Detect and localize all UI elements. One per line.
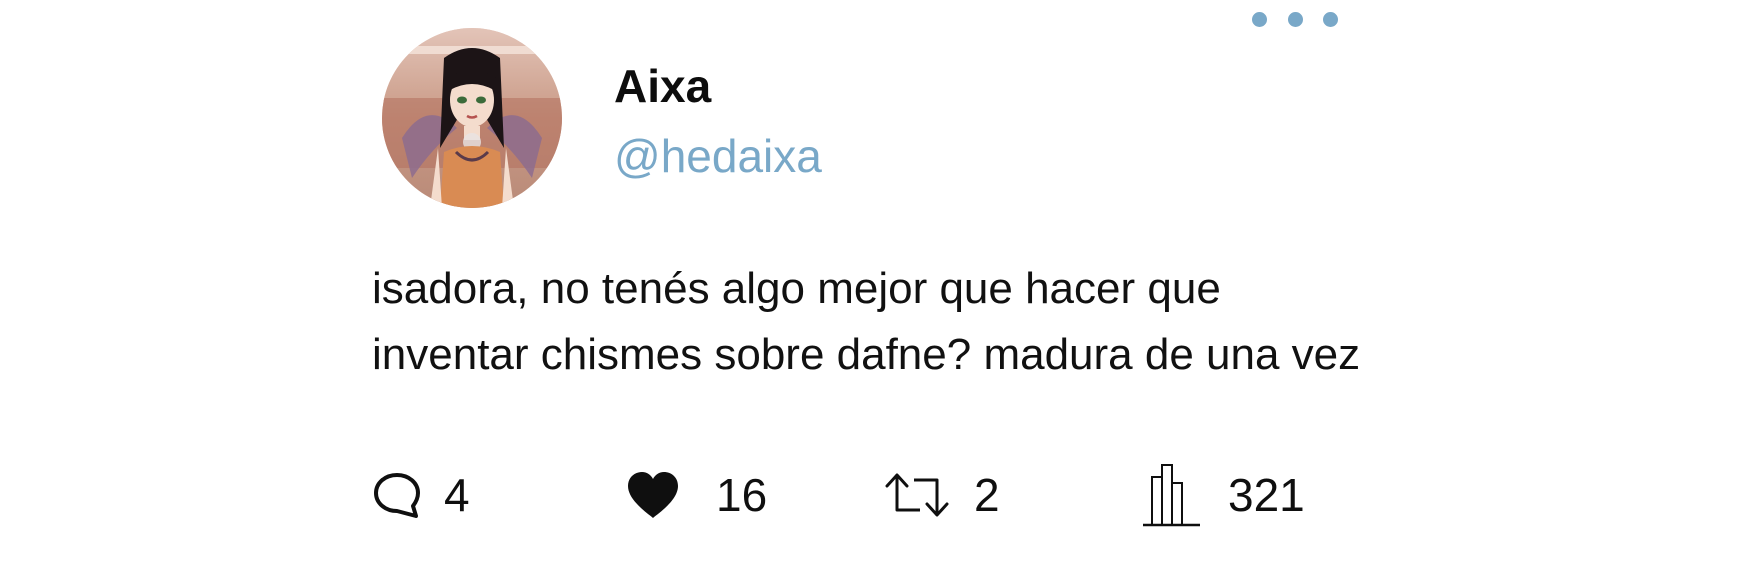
more-dot-icon <box>1287 11 1303 27</box>
reply-count: 4 <box>444 469 470 521</box>
retweet-icon <box>885 473 949 517</box>
tweet-text: isadora, no tenés algo mejor que hacer q… <box>372 264 1361 379</box>
like-button[interactable]: 16 <box>626 460 767 530</box>
more-dot-icon <box>1323 11 1338 27</box>
more-dot-icon <box>1252 11 1267 27</box>
analytics-bars-icon <box>1143 464 1200 527</box>
more-options-button[interactable] <box>1252 10 1338 28</box>
tweet-actions-bar: 4 16 2 321 <box>0 460 1748 530</box>
views-button[interactable]: 321 <box>1142 460 1305 530</box>
retweet-button[interactable]: 2 <box>884 460 1000 530</box>
avatar-illustration <box>382 28 562 208</box>
heart-icon <box>628 472 678 518</box>
reply-bubble-icon <box>374 473 420 518</box>
author-display-name[interactable]: Aixa <box>614 56 711 116</box>
reply-button[interactable]: 4 <box>372 460 470 530</box>
retweet-count: 2 <box>974 469 1000 521</box>
author-handle[interactable]: @hedaixa <box>614 126 822 186</box>
avatar[interactable] <box>382 28 562 208</box>
views-count: 321 <box>1228 469 1305 521</box>
like-count: 16 <box>716 469 768 521</box>
